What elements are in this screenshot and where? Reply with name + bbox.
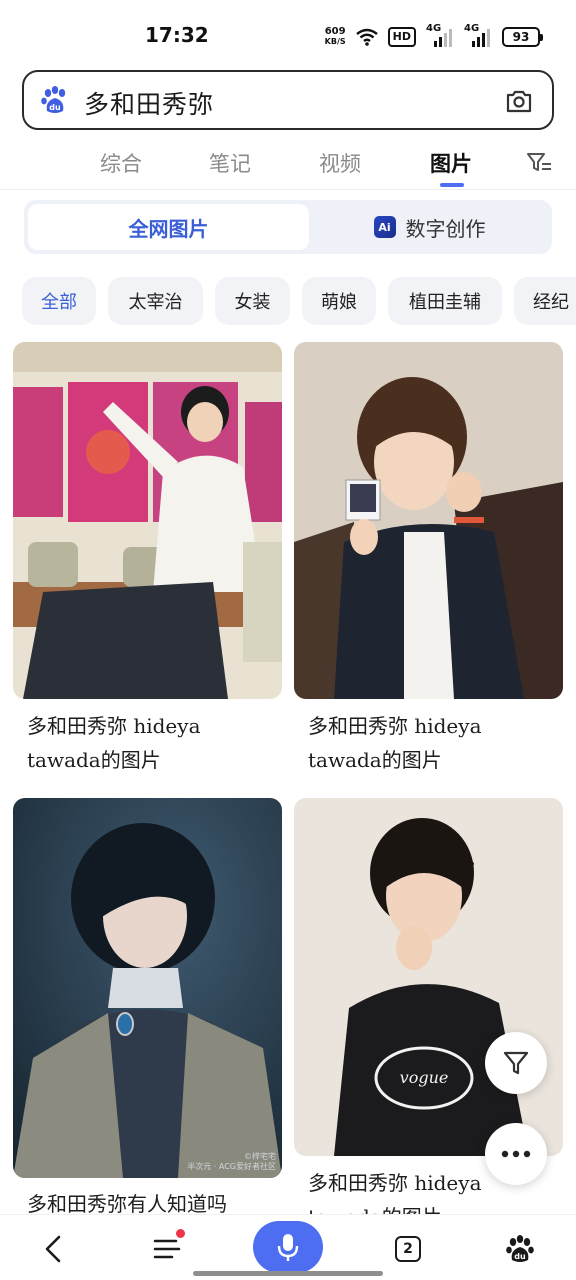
tab-video[interactable]: 视频 bbox=[319, 148, 361, 178]
tab-notes[interactable]: 笔记 bbox=[209, 148, 251, 178]
search-input[interactable]: 多和田秀弥 bbox=[84, 85, 214, 121]
baidu-home-button[interactable]: du bbox=[500, 1229, 540, 1269]
battery-icon: 93 bbox=[502, 27, 543, 47]
image-watermark: ©梓宅宅 半次元 · ACG爱好者社区 bbox=[187, 1152, 276, 1171]
chip-agency[interactable]: 经纪 bbox=[514, 277, 576, 325]
result-caption-line: 多和田秀弥 hideya bbox=[308, 714, 482, 738]
digital-creation-button[interactable]: Ai 数字创作 bbox=[311, 204, 548, 250]
active-tab-indicator bbox=[440, 183, 464, 187]
camera-icon[interactable] bbox=[504, 86, 534, 116]
all-web-images-label: 全网图片 bbox=[128, 216, 209, 241]
filter-fab-button[interactable] bbox=[485, 1032, 547, 1094]
hd-badge: HD bbox=[387, 27, 416, 47]
status-time: 17:32 bbox=[145, 23, 209, 47]
back-icon bbox=[45, 1235, 61, 1263]
status-bar: 17:32 609 KB/S HD 4G 4G 93 bbox=[0, 0, 576, 68]
signal-icon-2: 4G bbox=[464, 23, 492, 48]
image-source-switch: 全网图片 Ai 数字创作 bbox=[24, 200, 552, 254]
filter-icon bbox=[503, 1051, 529, 1075]
all-web-images-button[interactable]: 全网图片 bbox=[28, 204, 309, 250]
svg-text:du: du bbox=[49, 103, 61, 112]
chip-dazai[interactable]: 太宰治 bbox=[108, 277, 203, 325]
network-speed: 609 KB/S bbox=[325, 27, 346, 47]
back-button[interactable] bbox=[33, 1229, 73, 1269]
result-caption-line: tawada的图片 bbox=[27, 748, 161, 772]
wifi-icon bbox=[355, 28, 378, 46]
tab-count: 2 bbox=[395, 1236, 421, 1262]
svg-text:du: du bbox=[514, 1252, 526, 1261]
chip-all[interactable]: 全部 bbox=[22, 277, 96, 325]
status-icons: 609 KB/S HD 4G 4G 93 bbox=[325, 23, 543, 50]
chip-moegirl[interactable]: 萌娘 bbox=[302, 277, 376, 325]
tab-images[interactable]: 图片 bbox=[430, 148, 472, 178]
baidu-paw-logo: du bbox=[41, 86, 66, 113]
result-image[interactable] bbox=[294, 342, 563, 699]
result-caption-line: tawada的图片 bbox=[308, 748, 442, 772]
tab-comprehensive[interactable]: 综合 bbox=[100, 148, 142, 178]
filter-chips: 全部 太宰治 女装 萌娘 植田圭辅 经纪 bbox=[22, 277, 576, 325]
svg-text:vogue: vogue bbox=[400, 1068, 449, 1087]
menu-icon bbox=[153, 1239, 181, 1259]
search-box[interactable]: du 多和田秀弥 bbox=[22, 70, 554, 130]
voice-search-button[interactable] bbox=[253, 1221, 323, 1273]
chip-crossdress[interactable]: 女装 bbox=[215, 277, 290, 325]
more-options-button[interactable] bbox=[485, 1123, 547, 1185]
filter-options-icon[interactable] bbox=[526, 150, 552, 176]
more-icon bbox=[501, 1150, 531, 1158]
result-caption[interactable]: 多和田秀弥 hideya tawada的图片 bbox=[308, 709, 568, 777]
menu-button[interactable] bbox=[147, 1229, 187, 1269]
microphone-icon bbox=[277, 1234, 299, 1261]
signal-icon: 4G bbox=[426, 23, 454, 48]
network-speed-value: 609 bbox=[324, 26, 346, 37]
result-image[interactable] bbox=[13, 342, 282, 699]
home-indicator bbox=[193, 1271, 383, 1276]
result-tabs: 综合 笔记 视频 图片 bbox=[0, 140, 576, 190]
result-caption[interactable]: 多和田秀弥 hideya tawada的图片 bbox=[27, 709, 287, 777]
digital-creation-label: 数字创作 bbox=[405, 216, 486, 241]
chip-ueda-keisuke[interactable]: 植田圭辅 bbox=[388, 277, 502, 325]
baidu-paw-icon: du bbox=[506, 1235, 534, 1262]
ai-icon: Ai bbox=[373, 216, 396, 238]
tabs-button[interactable]: 2 bbox=[388, 1229, 428, 1269]
result-caption-line: 多和田秀弥 hideya bbox=[27, 714, 201, 738]
result-image[interactable]: vogue bbox=[294, 798, 563, 1156]
result-image[interactable]: ©梓宅宅 半次元 · ACG爱好者社区 bbox=[13, 798, 282, 1178]
notification-dot bbox=[176, 1229, 185, 1238]
network-speed-unit: KB/S bbox=[324, 37, 346, 46]
